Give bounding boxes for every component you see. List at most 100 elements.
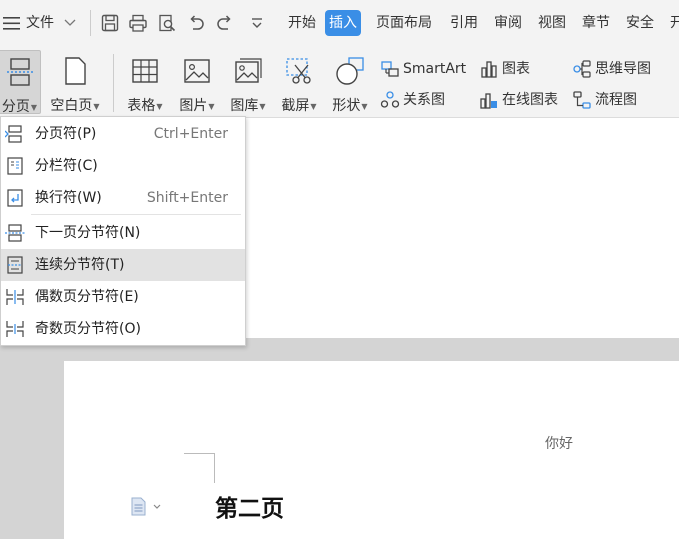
blank-page-button[interactable]: 空白页▼: [46, 50, 104, 114]
screenshot-label: 截屏: [281, 98, 310, 114]
page-break-icon: [5, 125, 22, 143]
print-preview-icon[interactable]: [157, 13, 177, 33]
column-break-icon: [7, 157, 23, 175]
tab-security[interactable]: 安全: [622, 10, 658, 36]
tab-overflow[interactable]: 开: [666, 10, 679, 36]
menu-item-even-page-section[interactable]: 偶数页分节符(E): [1, 281, 245, 313]
dropdown-caret-icon: ▼: [310, 101, 317, 111]
shapes-button[interactable]: 形状▼: [327, 50, 373, 114]
tab-home[interactable]: 开始: [284, 10, 320, 36]
tab-chapter[interactable]: 章节: [578, 10, 614, 36]
page-break-label: 分页: [1, 99, 30, 115]
continuous-section-icon: [7, 256, 23, 274]
dropdown-caret-icon: ▼: [30, 102, 38, 112]
menu-bar: 文件 开始 插入 页面布局 引用 审阅 视图 章节 安全 开: [0, 0, 679, 46]
gallery-button[interactable]: 图库▼: [225, 50, 271, 114]
save-icon[interactable]: [100, 13, 120, 33]
smartart-label: SmartArt: [403, 61, 467, 77]
picture-button[interactable]: 图片▼: [174, 50, 220, 114]
dropdown-caret-icon: ▼: [208, 101, 215, 111]
ribbon-divider: [113, 54, 114, 112]
relation-chart-button[interactable]: 关系图: [380, 89, 445, 111]
menu-item-label: 分栏符(C): [35, 158, 98, 174]
relation-chart-icon: [380, 91, 400, 108]
tab-review[interactable]: 审阅: [490, 10, 526, 36]
chart-button[interactable]: 图表: [479, 58, 530, 80]
menu-item-label: 换行符(W): [35, 190, 102, 206]
page-break-dropdown-menu: 分页符(P) Ctrl+Enter 分栏符(C) 换行符(W) Shift+En…: [0, 116, 246, 346]
menu-item-label: 连续分节符(T): [35, 257, 125, 273]
menu-divider: [31, 214, 241, 215]
smartart-button[interactable]: SmartArt: [380, 58, 466, 80]
table-label: 表格: [127, 98, 156, 114]
chart-icon: [481, 61, 497, 78]
undo-icon[interactable]: [186, 13, 206, 33]
menu-item-page-break[interactable]: 分页符(P) Ctrl+Enter: [1, 118, 245, 150]
table-icon: [132, 59, 158, 83]
tab-page-layout[interactable]: 页面布局: [372, 10, 436, 36]
file-menu[interactable]: 文件: [26, 12, 76, 34]
mind-map-button[interactable]: 思维导图: [572, 58, 651, 80]
margin-corner-mark: [184, 453, 214, 454]
menu-item-label: 奇数页分节符(O): [35, 321, 141, 337]
blank-page-label: 空白页: [50, 98, 93, 114]
smartart-icon: [381, 61, 399, 77]
menu-item-continuous-section[interactable]: 连续分节符(T): [1, 249, 245, 281]
picture-icon: [184, 59, 210, 83]
document-page-1[interactable]: [244, 118, 679, 338]
menu-item-odd-page-section[interactable]: 奇数页分节符(O): [1, 313, 245, 345]
menu-item-shortcut: Shift+Enter: [146, 190, 228, 206]
screenshot-button[interactable]: 截屏▼: [276, 50, 322, 114]
online-chart-label: 在线图表: [502, 92, 558, 108]
flowchart-button[interactable]: 流程图: [572, 89, 637, 111]
gallery-label: 图库: [230, 98, 259, 114]
picture-label: 图片: [179, 98, 208, 114]
menu-item-column-break[interactable]: 分栏符(C): [1, 150, 245, 182]
tab-insert[interactable]: 插入: [325, 10, 361, 36]
line-break-icon: [7, 189, 23, 207]
menu-item-line-break[interactable]: 换行符(W) Shift+Enter: [1, 182, 245, 214]
print-icon[interactable]: [128, 13, 148, 33]
margin-corner-mark: [214, 453, 215, 483]
redo-icon[interactable]: [215, 13, 235, 33]
menu-item-label: 下一页分节符(N): [35, 225, 141, 241]
dropdown-caret-icon: ▼: [156, 101, 163, 111]
tab-references[interactable]: 引用: [446, 10, 482, 36]
menu-item-label: 分页符(P): [35, 126, 97, 142]
screenshot-icon: [286, 58, 311, 84]
mind-map-label: 思维导图: [595, 61, 651, 77]
paragraph-style-icon[interactable]: [130, 497, 164, 517]
dropdown-caret-icon: ▼: [259, 101, 266, 111]
chevron-down-icon: [64, 19, 76, 26]
chart-label: 图表: [502, 61, 530, 77]
even-page-section-icon: [6, 289, 24, 305]
file-menu-label: 文件: [26, 15, 54, 31]
page-heading: 第二页: [215, 495, 284, 522]
shapes-label: 形状: [332, 98, 361, 114]
dropdown-caret-icon: ▼: [361, 101, 368, 111]
header-text: 你好: [545, 436, 573, 452]
customize-toolbar-icon[interactable]: [247, 13, 267, 33]
menu-item-next-page-section[interactable]: 下一页分节符(N): [1, 217, 245, 249]
ribbon-toolbar: 分页▼ 空白页▼ 表格▼ 图片▼ 图库▼ 截屏▼ 形状▼ SmartArt 图表…: [0, 46, 679, 118]
flowchart-label: 流程图: [595, 92, 637, 108]
online-chart-icon: [480, 93, 497, 109]
tab-view[interactable]: 视图: [534, 10, 570, 36]
online-chart-button[interactable]: 在线图表: [479, 89, 558, 111]
document-page-2[interactable]: 你好 第二页: [64, 361, 679, 539]
next-page-section-icon: [5, 224, 25, 242]
gallery-icon: [235, 58, 262, 83]
blank-page-icon: [65, 57, 86, 85]
flowchart-icon: [573, 91, 591, 109]
menu-divider: [90, 10, 91, 36]
odd-page-section-icon: [6, 321, 24, 337]
relation-chart-label: 关系图: [403, 92, 445, 108]
page-break-button[interactable]: 分页▼: [0, 50, 41, 115]
table-button[interactable]: 表格▼: [122, 50, 168, 114]
menu-item-shortcut: Ctrl+Enter: [153, 126, 228, 142]
mind-map-icon: [573, 60, 591, 78]
page-break-icon: [6, 58, 33, 86]
dropdown-caret-icon: ▼: [93, 101, 100, 111]
hamburger-menu-icon[interactable]: [3, 15, 21, 31]
shapes-icon: [336, 57, 364, 85]
